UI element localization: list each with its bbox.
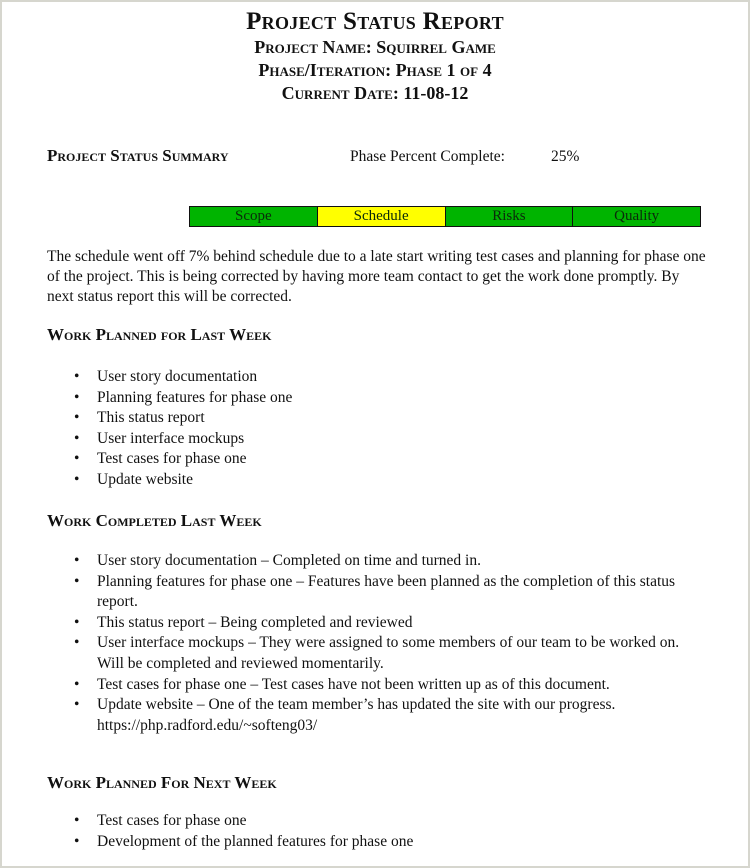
list-item-text: This status report (97, 409, 205, 427)
bullet-icon: • (74, 634, 80, 652)
status-quality: Quality (573, 207, 700, 226)
bullet-icon: • (74, 812, 80, 829)
status-description: The schedule went off 7% behind schedule… (47, 248, 706, 305)
bullet-icon: • (74, 572, 80, 590)
bullet-icon: • (74, 696, 80, 714)
list-item-text: Update website (97, 470, 193, 488)
status-summary-row: Project Status Summary Phase Percent Com… (47, 146, 697, 170)
list-item: • This status report (0, 408, 687, 429)
bullet-icon: • (74, 832, 80, 850)
list-item-text: Test cases for phase one – Test cases ha… (97, 675, 610, 693)
list-item: • Planning features for phase one (0, 388, 687, 409)
percent-complete-label: Phase Percent Complete: (350, 148, 505, 165)
list-item: • User interface mockups (0, 429, 687, 450)
status-indicator-bar: Scope Schedule Risks Quality (189, 206, 701, 227)
list-item: • Test cases for phase one (0, 811, 687, 832)
bullet-icon: • (74, 388, 80, 406)
list-item-text: Test cases for phase one (97, 450, 247, 468)
list-item-text: User interface mockups – They were assig… (97, 634, 680, 672)
status-risks: Risks (445, 207, 574, 226)
report-title: Project Status Report (246, 8, 504, 35)
bullet-icon: • (74, 450, 80, 468)
status-scope: Scope (190, 207, 318, 226)
list-item-text: Planning features for phase one – Featur… (97, 572, 676, 611)
list-item: • Planning features for phase one – Featu… (0, 572, 687, 613)
list-item: • Update website (0, 470, 687, 491)
completed-last-week-heading: Work Completed Last Week (47, 511, 262, 530)
status-summary-heading: Project Status Summary (47, 146, 229, 165)
completed-last-week-list: • User story documentation – Completed on… (0, 551, 687, 736)
list-item-text: User interface mockups (97, 429, 245, 447)
bullet-icon: • (74, 552, 80, 569)
phase-iteration: Phase/Iteration: Phase 1 of 4 (258, 60, 492, 80)
list-item-text: Development of the planned features for … (97, 832, 414, 850)
percent-complete-value: 25% (551, 148, 580, 165)
bullet-icon: • (74, 613, 80, 631)
bullet-icon: • (74, 429, 80, 447)
list-item-text: Planning features for phase one (97, 388, 293, 406)
list-item: • This status report – Being completed an… (0, 613, 687, 634)
planned-last-week-list: • User story documentation • Planning featu… (0, 367, 687, 491)
list-item: • Update website – One of the team member… (0, 695, 687, 736)
list-item-text: User story documentation – Completed on … (97, 552, 481, 569)
list-item-text: Update website – One of the team member’… (97, 696, 616, 734)
list-item-text: User story documentation (97, 368, 258, 385)
bullet-icon: • (74, 409, 80, 427)
status-schedule: Schedule (317, 207, 446, 226)
list-item: • User story documentation (0, 367, 687, 388)
list-item-text: This status report – Being completed and… (97, 613, 413, 631)
bullet-icon: • (74, 470, 80, 488)
title-block: Project Status Report Project Name: Squi… (0, 8, 750, 105)
current-date: Current Date: 11-08-12 (281, 83, 469, 103)
planned-last-week-heading: Work Planned for Last Week (47, 325, 272, 344)
list-item: • Development of the planned features for… (0, 832, 687, 853)
list-item-text: Test cases for phase one (97, 812, 247, 829)
planned-next-week-heading: Work Planned For Next Week (47, 773, 277, 792)
list-item: • Test cases for phase one – Test cases h… (0, 675, 687, 696)
list-item: • User story documentation – Completed on… (0, 551, 687, 572)
planned-next-week-list: • Test cases for phase one • Development of… (0, 811, 687, 852)
list-item: • Test cases for phase one (0, 449, 687, 470)
list-item: • User interface mockups – They were assi… (0, 633, 687, 674)
bullet-icon: • (74, 675, 80, 693)
bullet-icon: • (74, 368, 80, 385)
project-name: Project Name: Squirrel Game (254, 37, 496, 57)
